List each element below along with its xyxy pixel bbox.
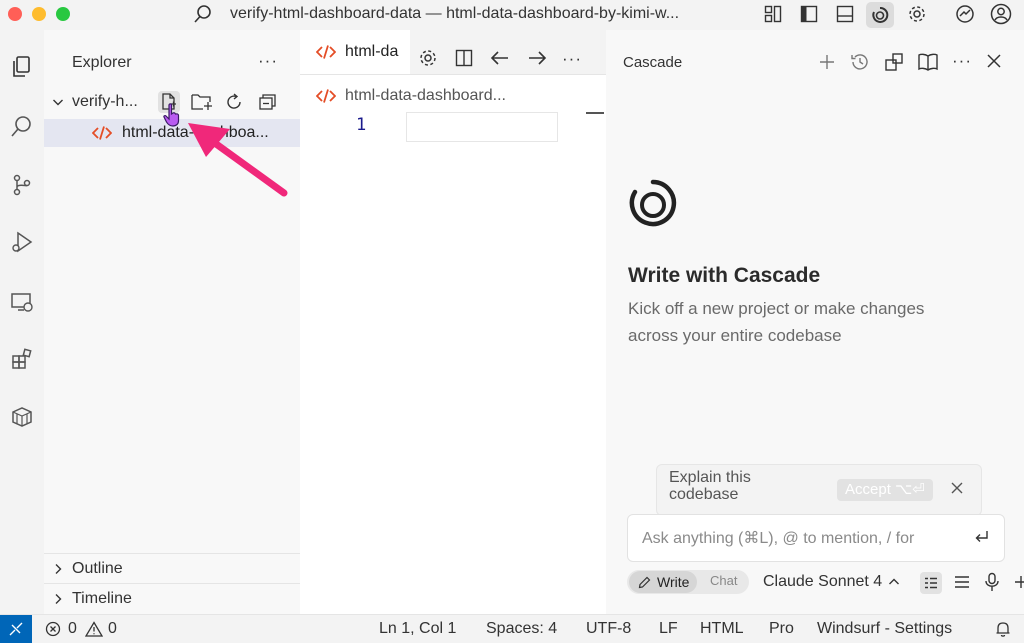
status-bar: 0 0 Ln 1, Col 1 Spaces: 4 UTF-8 LF HTML …	[0, 614, 1024, 643]
cascade-heading: Write with Cascade	[628, 264, 821, 287]
cascade-subtitle-line1: Kick off a new project or make changes	[628, 299, 925, 318]
layout-icon[interactable]	[884, 52, 904, 72]
toggle-panel-icon[interactable]	[834, 3, 856, 25]
cascade-logo-icon	[628, 178, 678, 228]
list-icon[interactable]	[954, 575, 970, 589]
accept-button[interactable]: Accept ⌥⏎	[837, 479, 933, 501]
explorer-header: Explorer	[72, 54, 132, 71]
cursor-position[interactable]: Ln 1, Col 1	[379, 620, 456, 638]
indentation[interactable]: Spaces: 4	[486, 620, 557, 638]
html-file-icon	[316, 88, 336, 104]
chevron-right-icon	[52, 593, 64, 605]
html-file-icon	[92, 125, 112, 141]
plan-badge[interactable]: Pro	[769, 620, 794, 638]
editor-line-highlight[interactable]	[406, 112, 558, 142]
warning-icon	[85, 621, 103, 637]
cascade-more-button[interactable]: ···	[952, 51, 972, 71]
suggestion-card[interactable]: Explain this codebase Accept ⌥⏎	[656, 464, 982, 516]
minimap-indicator	[586, 112, 604, 114]
chat-mode-button[interactable]: Chat	[710, 573, 737, 588]
gear-icon[interactable]	[418, 48, 438, 68]
activity-bar	[0, 30, 45, 614]
chevron-down-icon	[52, 96, 63, 108]
write-mode-button[interactable]: Write	[629, 571, 697, 593]
close-icon[interactable]	[951, 482, 963, 494]
error-icon	[45, 621, 61, 637]
zoom-window-button[interactable]	[56, 7, 70, 21]
toggle-cascade-icon[interactable]	[866, 2, 894, 28]
model-label: Claude Sonnet 4	[763, 573, 883, 590]
windsurf-settings[interactable]: Windsurf - Settings	[817, 620, 952, 638]
end-of-line[interactable]: LF	[659, 620, 678, 638]
write-mode-label: Write	[657, 574, 690, 590]
outline-section[interactable]: Outline	[44, 556, 300, 582]
editor-tab[interactable]: html-da	[300, 30, 410, 74]
hand-cursor-icon	[162, 103, 182, 127]
timeline-label: Timeline	[72, 590, 132, 607]
close-window-button[interactable]	[8, 7, 22, 21]
breadcrumb[interactable]: html-data-dashboard...	[300, 84, 606, 108]
account-icon[interactable]	[990, 3, 1012, 25]
search-icon[interactable]	[192, 3, 214, 25]
split-editor-icon[interactable]	[455, 49, 473, 67]
arrow-right-icon[interactable]	[527, 50, 547, 66]
title-bar: verify-html-dashboard-data — html-data-d…	[0, 0, 1024, 31]
explorer-icon[interactable]	[0, 45, 44, 89]
windsurf-sync-icon[interactable]	[954, 3, 976, 25]
book-icon[interactable]	[917, 52, 939, 72]
chevron-up-icon	[888, 576, 900, 588]
close-icon[interactable]	[986, 53, 1002, 69]
cascade-input-placeholder: Ask anything (⌘L), @ to mention, / for	[642, 530, 915, 547]
suggestion-line2: codebase	[669, 486, 739, 503]
html-file-icon	[316, 44, 336, 60]
suggestion-line1: Explain this	[669, 469, 751, 486]
enter-icon[interactable]	[974, 529, 990, 545]
encoding[interactable]: UTF-8	[586, 620, 631, 638]
customize-layout-icon[interactable]	[762, 3, 784, 25]
cascade-panel: Cascade ··· Write with Cascade Kick off …	[606, 30, 1024, 614]
explorer-more-button[interactable]: ···	[258, 51, 278, 71]
pencil-icon	[638, 576, 651, 589]
breadcrumb-label: html-data-dashboard...	[345, 87, 506, 104]
window-title: verify-html-dashboard-data — html-data-d…	[230, 5, 680, 22]
editor-area: html-da ··· html-data-dashboard... 1	[300, 30, 607, 614]
run-debug-icon[interactable]	[0, 220, 44, 264]
source-control-icon[interactable]	[0, 163, 44, 207]
errors-count[interactable]: 0	[68, 620, 77, 638]
minimize-window-button[interactable]	[32, 7, 46, 21]
containers-icon[interactable]	[0, 395, 44, 439]
model-selector[interactable]: Claude Sonnet 4	[763, 573, 900, 591]
extensions-icon[interactable]	[0, 337, 44, 381]
cascade-title: Cascade	[623, 54, 683, 71]
warnings-count[interactable]: 0	[108, 620, 117, 638]
plus-icon[interactable]	[818, 53, 836, 71]
editor-tab-label: html-da	[345, 43, 399, 60]
folder-name: verify-h...	[72, 93, 138, 110]
gear-icon[interactable]	[906, 3, 928, 25]
toggle-primary-sidebar-icon[interactable]	[798, 3, 820, 25]
bell-icon[interactable]	[994, 620, 1012, 638]
history-icon[interactable]	[850, 52, 870, 72]
editor-more-button[interactable]: ···	[562, 49, 582, 69]
timeline-section[interactable]: Timeline	[44, 586, 300, 612]
line-number: 1	[356, 115, 367, 135]
language-mode[interactable]: HTML	[700, 620, 744, 638]
mode-toggle[interactable]: Write Chat	[627, 570, 749, 594]
chevron-right-icon	[52, 563, 64, 575]
microphone-icon[interactable]	[984, 572, 1000, 592]
arrow-left-icon[interactable]	[490, 50, 510, 66]
remote-explorer-icon[interactable]	[0, 280, 44, 324]
cascade-input[interactable]: Ask anything (⌘L), @ to mention, / for	[627, 514, 1005, 562]
plan-mode-icon[interactable]	[920, 572, 942, 594]
search-icon[interactable]	[0, 104, 44, 148]
cascade-subtitle-line2: across your entire codebase	[628, 326, 842, 345]
plus-icon[interactable]	[1014, 575, 1024, 589]
outline-label: Outline	[72, 560, 123, 577]
remote-indicator-icon[interactable]	[0, 615, 32, 643]
